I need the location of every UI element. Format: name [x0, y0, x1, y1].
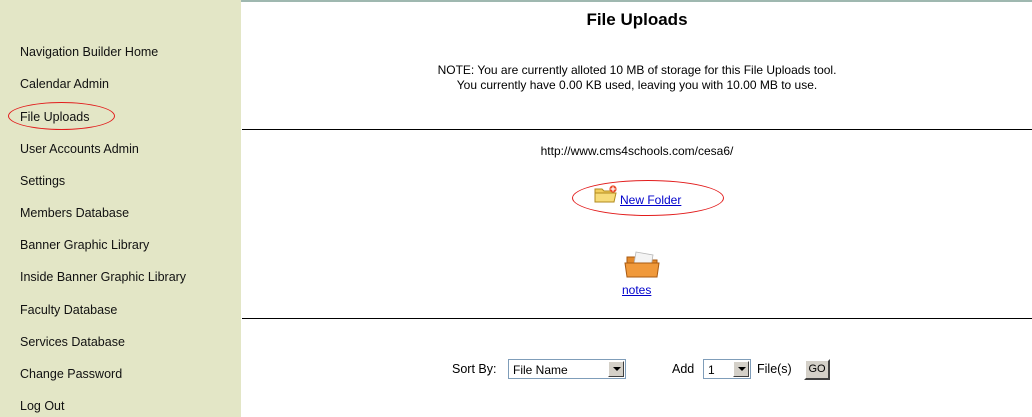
dropdown-arrow-icon[interactable]	[608, 361, 624, 377]
sort-by-select[interactable]: File Name	[508, 359, 626, 379]
sidebar-item-banner-graphic-library[interactable]: Banner Graphic Library	[20, 238, 149, 252]
storage-note-line-1: NOTE: You are currently alloted 10 MB of…	[437, 63, 837, 77]
sidebar-item-change-password[interactable]: Change Password	[20, 367, 122, 381]
go-button[interactable]: GO	[804, 359, 830, 380]
dropdown-arrow-icon[interactable]	[733, 361, 749, 377]
page-title: File Uploads	[586, 10, 688, 29]
sidebar-item-faculty-database[interactable]: Faculty Database	[20, 303, 117, 317]
sidebar-item-file-uploads[interactable]: File Uploads	[20, 110, 89, 124]
sidebar-item-members-database[interactable]: Members Database	[20, 206, 129, 220]
new-folder-icon[interactable]	[594, 184, 618, 204]
folder-icon[interactable]	[623, 249, 661, 279]
sidebar-item-settings[interactable]: Settings	[20, 174, 65, 188]
storage-note: NOTE: You are currently alloted 10 MB of…	[242, 63, 1032, 93]
sidebar-item-user-accounts-admin[interactable]: User Accounts Admin	[20, 142, 139, 156]
new-folder-link[interactable]: New Folder	[620, 193, 681, 207]
folder-link-notes[interactable]: notes	[622, 283, 651, 297]
divider	[242, 318, 1032, 319]
current-path: http://www.cms4schools.com/cesa6/	[540, 144, 734, 158]
files-label: File(s)	[757, 362, 792, 376]
divider	[242, 129, 1032, 130]
sidebar-item-services-database[interactable]: Services Database	[20, 335, 125, 349]
sidebar-item-log-out[interactable]: Log Out	[20, 399, 64, 413]
sort-by-value: File Name	[513, 363, 568, 377]
add-label: Add	[672, 362, 695, 376]
sort-by-label: Sort By:	[452, 362, 497, 376]
sidebar-item-calendar-admin[interactable]: Calendar Admin	[20, 77, 109, 91]
sidebar-item-navigation-builder-home[interactable]: Navigation Builder Home	[20, 45, 158, 59]
storage-note-line-2: You currently have 0.00 KB used, leaving…	[456, 78, 818, 92]
sidebar: Navigation Builder Home Calendar Admin F…	[0, 0, 241, 417]
sidebar-item-inside-banner-graphic-library[interactable]: Inside Banner Graphic Library	[20, 270, 186, 284]
add-count-select[interactable]: 1	[703, 359, 751, 379]
add-count-value: 1	[708, 363, 715, 377]
